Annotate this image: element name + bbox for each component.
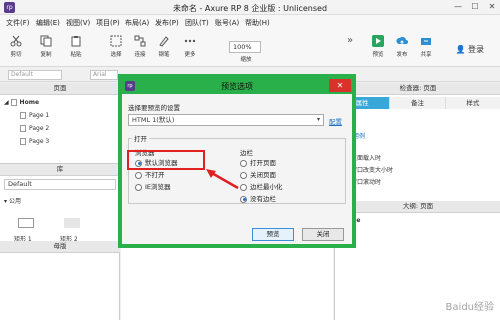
preview-setting-select[interactable]: HTML 1(默认) ▾ [128,114,324,126]
inspector-panel: 检查器: 页面 属性 备注 样式 交互 创建用例 页面载入时 窗口改变大小时 窗… [334,83,500,320]
window-title: 未命名 - Axure RP 8 企业版 : Unlicensed [172,4,328,13]
menu-help[interactable]: 帮助(H) [245,18,270,28]
radio-no-open[interactable]: 不打开 [135,169,165,179]
page-icon [10,99,17,106]
radio-selected-icon [240,195,247,203]
menu-file[interactable]: 文件(F) [6,18,30,28]
library-select[interactable]: Default [4,179,116,190]
menu-team[interactable]: 团队(T) [185,18,209,28]
dialog-title: 预览选项 [221,82,253,91]
outline-title: 大纲: 页面 [335,201,500,213]
axure-window: rp 未命名 - Axure RP 8 企业版 : Unlicensed — ☐… [0,0,500,320]
radio-icon [135,183,142,191]
rectangle-widget-1[interactable] [18,218,34,228]
library-panel-title: 库 [0,164,120,176]
masters-panel-title: 母版 [0,241,120,253]
connector-icon [134,35,146,47]
baidu-watermark: Baidu经验 [445,302,494,313]
minimize-icon[interactable]: — [450,0,466,15]
radio-no-sidebar[interactable]: 没有边栏 [240,193,276,203]
copy-button[interactable]: 复制 [34,35,58,58]
select-icon [110,35,122,47]
radio-close-pages[interactable]: 关闭页面 [240,169,276,179]
inspector-tabs: 属性 备注 样式 [335,97,500,109]
play-icon [372,35,384,47]
copy-icon [40,35,52,47]
menu-publish[interactable]: 发布(P) [155,18,179,28]
sidebar-heading: 边栏 [240,149,253,157]
library-group-common[interactable]: ▾ 公用 [4,196,21,205]
toolbar: 剪切 复制 粘贴 选择 连接 钢笔 更多 100% 缩放 » 预览 发布 共享 [0,29,500,67]
collapse-icon: ◢ [4,99,9,106]
more-icon [184,39,196,43]
tab-notes[interactable]: 备注 [390,97,446,109]
radio-icon [135,171,142,179]
rectangle-widget-2[interactable] [64,218,80,228]
font-select[interactable]: Arial [90,70,118,80]
tree-item-home[interactable]: ◢ Home [4,99,39,106]
share-icon [421,38,431,45]
tab-style[interactable]: 样式 [445,97,500,109]
highlight-box [127,150,205,170]
inspector-title: 检查器: 页面 [335,83,500,95]
collapse-icon: ▾ [4,198,8,205]
page-icon [20,125,26,132]
open-group-label: 打开 [132,133,149,143]
menu-edit[interactable]: 编辑(E) [36,18,60,28]
pages-panel: 页面 ◢ Home Page 1 Page 2 Page 3 [0,83,120,163]
radio-open-pages[interactable]: 打开页面 [240,157,276,167]
title-bar: rp 未命名 - Axure RP 8 企业版 : Unlicensed — ☐… [0,0,500,15]
dialog-title-bar: rp 预览选项 ✕ [122,78,352,94]
close-button[interactable]: 关闭 [302,228,344,241]
style-select[interactable]: Default [8,70,62,80]
zoom-label: 缩放 [240,57,252,63]
clipboard-icon [71,36,81,47]
chevron-down-icon: ▾ [316,116,320,123]
menu-account[interactable]: 账号(A) [215,18,239,28]
zoom-select[interactable]: 100% [229,41,261,53]
connect-tool-button[interactable]: 连接 [128,35,152,58]
more-tools-button[interactable]: 更多 [178,35,202,58]
annotation-arrow-icon [206,169,239,190]
more-arrows-button[interactable]: » [338,35,362,47]
radio-ie-browser[interactable]: IE浏览器 [135,181,171,191]
preview-button[interactable]: 预览 [252,228,294,241]
menu-project[interactable]: 项目(P) [96,18,120,28]
page-icon [20,112,26,119]
pen-tool-button[interactable]: 钢笔 [152,35,176,58]
menu-layout[interactable]: 布局(A) [125,18,149,28]
maximize-icon[interactable]: ☐ [467,0,483,15]
radio-minimize-sidebar[interactable]: 边栏最小化 [240,181,283,191]
close-icon[interactable]: ✕ [484,0,500,15]
scissors-icon [10,35,22,47]
tree-item-page2[interactable]: Page 2 [20,125,49,132]
double-chevron-icon: » [346,35,354,46]
preview-button[interactable]: 预览 [366,35,390,58]
user-icon: 👤 [455,45,466,54]
menu-bar: 文件(F) 编辑(E) 视图(V) 项目(P) 布局(A) 发布(P) 团队(T… [0,15,500,29]
login-link[interactable]: 👤 登录 [455,44,484,55]
page-icon [20,138,26,145]
configure-link[interactable]: 配置 [329,116,342,126]
dialog-body: rp 预览选项 ✕ 选择要预览的设置 HTML 1(默认) ▾ 配置 打开 浏览… [122,78,352,244]
publish-button[interactable]: 发布 [390,35,414,58]
select-tool-button[interactable]: 选择 [104,35,128,58]
settings-label: 选择要预览的设置 [128,104,180,112]
pages-panel-title: 页面 [0,83,120,95]
cut-button[interactable]: 剪切 [4,35,28,58]
paste-button[interactable]: 粘贴 [64,35,88,58]
share-button[interactable]: 共享 [414,35,438,58]
dialog-close-button[interactable]: ✕ [329,79,351,92]
preview-options-dialog: rp 预览选项 ✕ 选择要预览的设置 HTML 1(默认) ▾ 配置 打开 浏览… [118,74,356,248]
cloud-upload-icon [396,36,408,45]
tree-item-page1[interactable]: Page 1 [20,112,49,119]
tree-item-page3[interactable]: Page 3 [20,138,49,145]
library-panel: 库 Default ▾ 公用 矩形 1 矩形 2 [0,163,120,243]
pen-icon [159,36,169,47]
masters-panel: 母版 [0,241,120,320]
menu-view[interactable]: 视图(V) [66,18,90,28]
